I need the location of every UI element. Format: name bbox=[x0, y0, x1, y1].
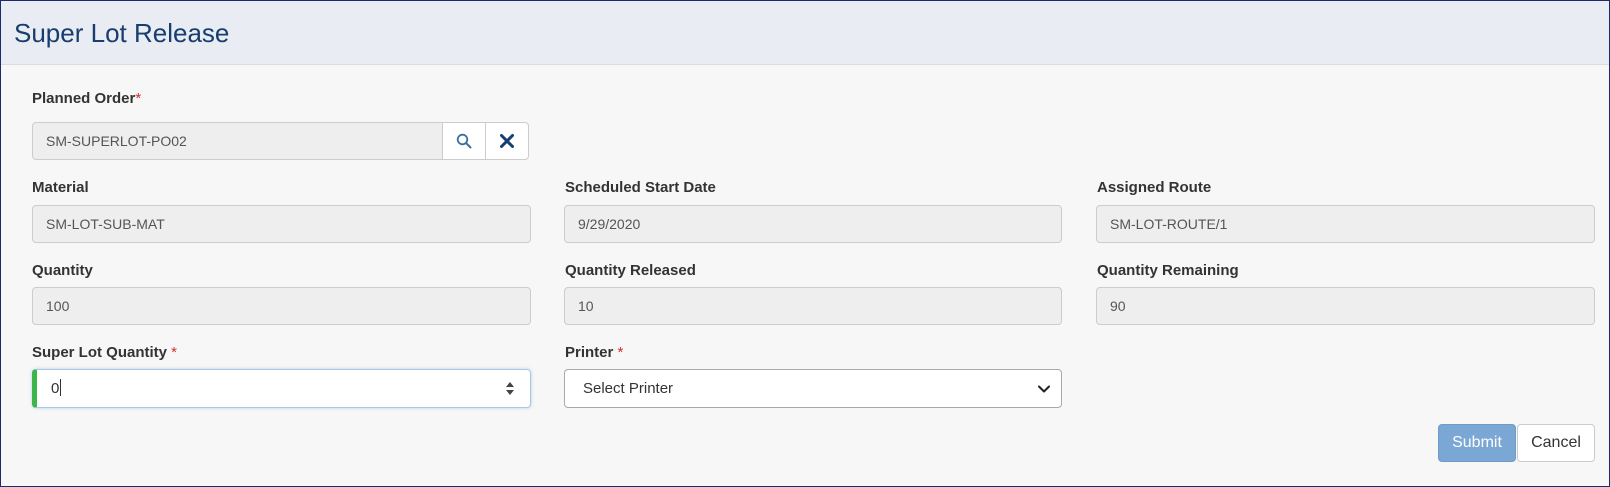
dialog-header: Super Lot Release bbox=[1, 1, 1609, 65]
quantity-released-field: 10 bbox=[564, 287, 1062, 325]
planned-order-value: SM-SUPERLOT-PO02 bbox=[46, 133, 187, 149]
printer-label: Printer * bbox=[565, 344, 623, 361]
submit-button[interactable]: Submit bbox=[1438, 424, 1516, 462]
planned-order-label: Planned Order* bbox=[32, 90, 141, 107]
quantity-remaining-label: Quantity Remaining bbox=[1097, 262, 1239, 279]
search-icon bbox=[456, 133, 472, 149]
super-lot-release-dialog: Super Lot Release Planned Order* SM-SUPE… bbox=[0, 0, 1610, 487]
printer-label-text: Printer bbox=[565, 344, 614, 361]
quantity-released-label: Quantity Released bbox=[565, 262, 696, 279]
chevron-down-icon bbox=[1038, 385, 1050, 393]
material-value: SM-LOT-SUB-MAT bbox=[46, 216, 165, 232]
planned-order-search-button[interactable] bbox=[442, 122, 486, 160]
printer-select[interactable]: Select Printer bbox=[564, 369, 1062, 408]
quantity-remaining-field: 90 bbox=[1096, 287, 1595, 325]
assigned-route-value: SM-LOT-ROUTE/1 bbox=[1110, 216, 1228, 232]
page-title: Super Lot Release bbox=[14, 18, 230, 48]
super-lot-quantity-label-text: Super Lot Quantity bbox=[32, 344, 167, 361]
required-marker: * bbox=[171, 344, 178, 361]
planned-order-clear-button[interactable] bbox=[485, 122, 529, 160]
quantity-field: 100 bbox=[32, 287, 531, 325]
required-marker: * bbox=[617, 344, 624, 361]
super-lot-quantity-value: 0 bbox=[51, 380, 60, 397]
scheduled-start-date-field: 9/29/2020 bbox=[564, 205, 1062, 243]
cancel-button[interactable]: Cancel bbox=[1517, 424, 1595, 462]
material-label: Material bbox=[32, 179, 89, 196]
assigned-route-label: Assigned Route bbox=[1097, 179, 1212, 196]
planned-order-input[interactable]: SM-SUPERLOT-PO02 bbox=[32, 122, 443, 160]
quantity-value: 100 bbox=[46, 298, 70, 314]
super-lot-quantity-input[interactable]: 0 bbox=[32, 369, 531, 408]
close-icon bbox=[500, 134, 514, 148]
quantity-remaining-value: 90 bbox=[1110, 298, 1126, 314]
scheduled-start-date-label: Scheduled Start Date bbox=[565, 179, 716, 196]
scheduled-start-date-value: 9/29/2020 bbox=[578, 216, 641, 232]
stepper-arrows-icon[interactable] bbox=[504, 380, 516, 397]
quantity-released-value: 10 bbox=[578, 298, 594, 314]
printer-selected-value: Select Printer bbox=[583, 380, 674, 397]
assigned-route-field: SM-LOT-ROUTE/1 bbox=[1096, 205, 1595, 243]
planned-order-label-text: Planned Order bbox=[32, 90, 136, 107]
super-lot-quantity-label: Super Lot Quantity * bbox=[32, 344, 177, 361]
required-marker: * bbox=[135, 90, 142, 107]
text-caret bbox=[60, 379, 62, 396]
material-field: SM-LOT-SUB-MAT bbox=[32, 205, 531, 243]
quantity-label: Quantity bbox=[32, 262, 93, 279]
